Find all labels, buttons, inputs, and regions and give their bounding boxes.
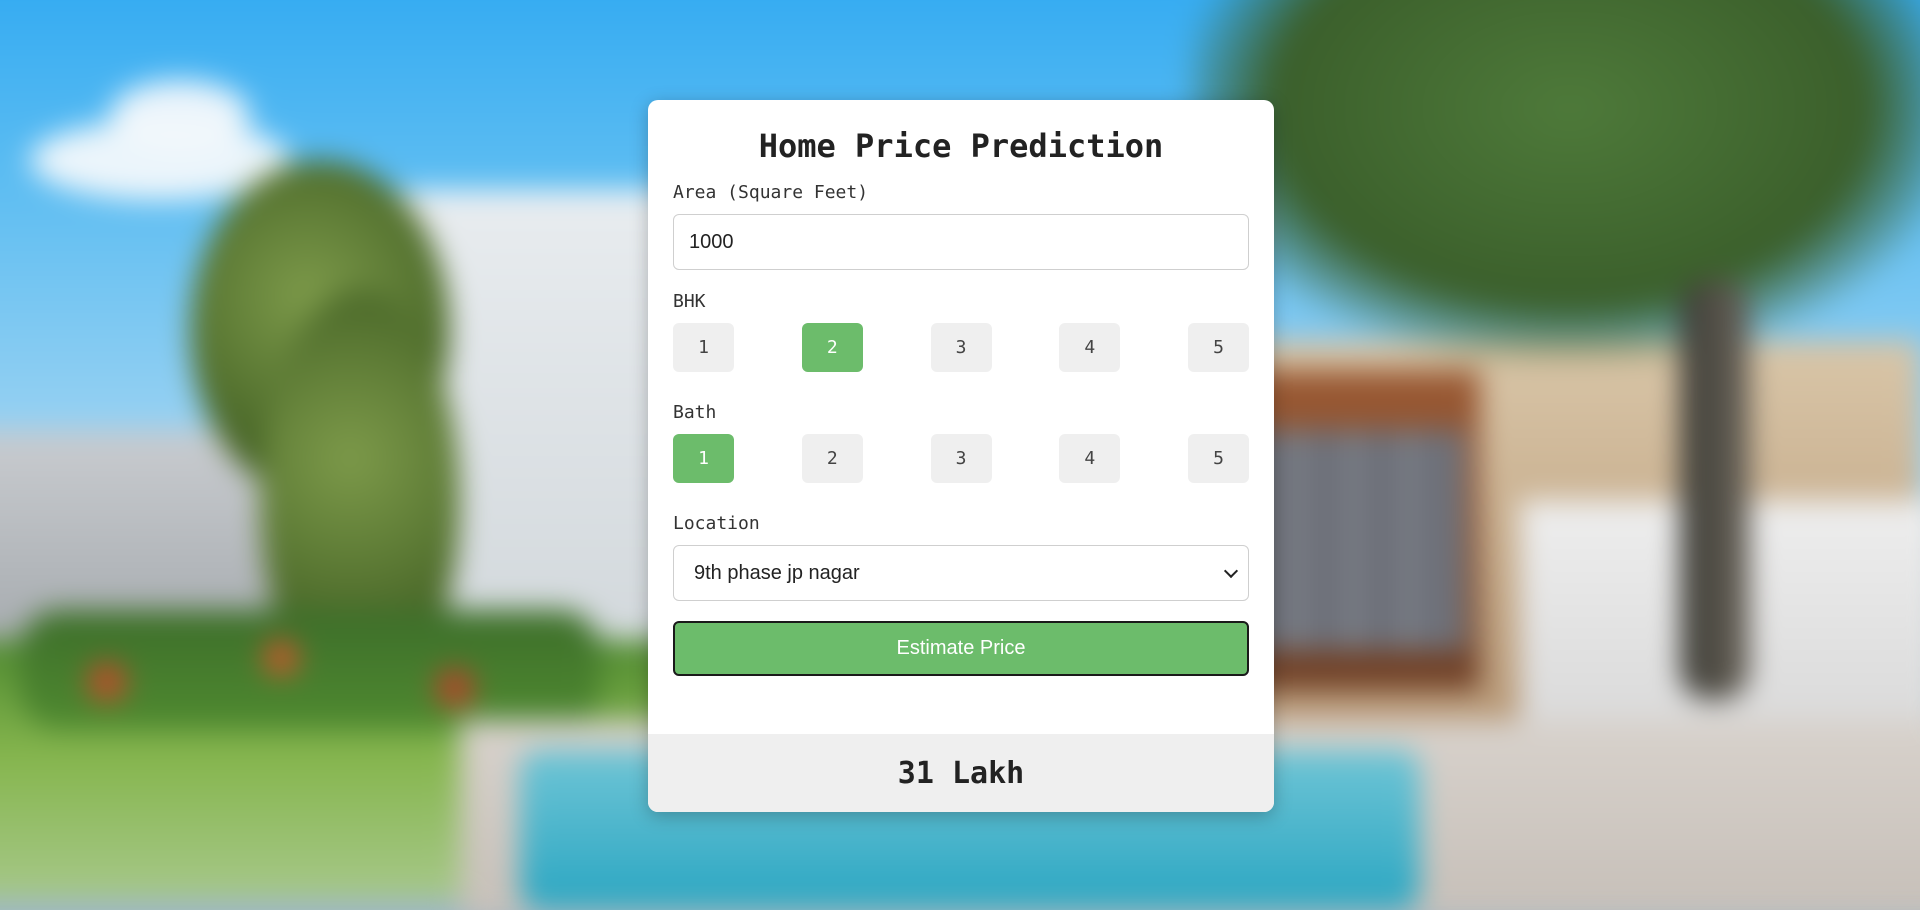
- bath-options: 1 2 3 4 5: [673, 434, 1249, 483]
- location-selected-value: 9th phase jp nagar: [694, 561, 860, 584]
- bhk-option-1[interactable]: 1: [673, 323, 734, 372]
- location-label: Location: [673, 513, 760, 534]
- bath-label: Bath: [673, 402, 717, 423]
- bhk-options: 1 2 3 4 5: [673, 323, 1249, 372]
- bhk-option-2[interactable]: 2: [801, 323, 863, 372]
- area-input[interactable]: [673, 214, 1249, 270]
- page-title: Home Price Prediction: [758, 127, 1164, 165]
- bhk-option-4[interactable]: 4: [1059, 323, 1121, 372]
- bath-option-2[interactable]: 2: [801, 434, 863, 483]
- location-select[interactable]: 9th phase jp nagar: [673, 545, 1249, 601]
- prediction-form: Home Price Prediction Area (Square Feet)…: [648, 100, 1274, 676]
- bhk-option-5[interactable]: 5: [1188, 323, 1249, 372]
- estimate-price-button[interactable]: Estimate Price: [673, 621, 1249, 676]
- bath-option-3[interactable]: 3: [930, 434, 992, 483]
- bath-option-4[interactable]: 4: [1059, 434, 1121, 483]
- bath-option-1[interactable]: 1: [673, 434, 734, 483]
- estimated-price-result: 31 Lakh: [648, 734, 1274, 812]
- bhk-option-3[interactable]: 3: [930, 323, 992, 372]
- bhk-label: BHK: [673, 291, 706, 312]
- bath-option-5[interactable]: 5: [1188, 434, 1249, 483]
- prediction-card: Home Price Prediction Area (Square Feet)…: [648, 100, 1274, 812]
- area-label: Area (Square Feet): [673, 182, 869, 203]
- chevron-down-icon: [1223, 563, 1239, 579]
